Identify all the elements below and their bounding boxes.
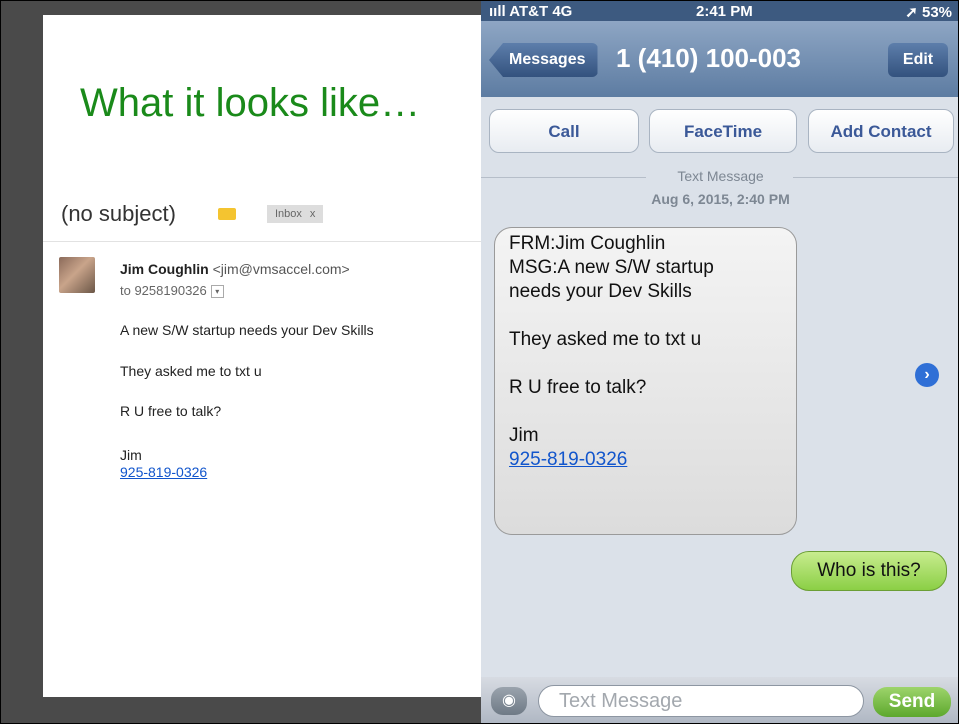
- sender-email: <jim@vmsaccel.com>: [212, 261, 350, 277]
- email-body-line: A new S/W startup needs your Dev Skills: [120, 322, 374, 338]
- slide-border-top: [1, 1, 481, 15]
- email-subject-row: (no subject) Inbox x: [61, 199, 481, 239]
- email-subject: (no subject): [61, 201, 176, 226]
- carrier-signal: ııll AT&T 4G: [489, 3, 573, 20]
- outgoing-message-bubble[interactable]: Who is this?: [791, 551, 947, 591]
- recipient-text: to 9258190326: [120, 283, 207, 298]
- email-divider: [43, 241, 481, 242]
- message-line: MSG:A new S/W startup: [509, 257, 714, 278]
- recipient-line: to 9258190326 ▾: [120, 283, 224, 299]
- status-time: 2:41 PM: [696, 3, 753, 20]
- conversation-title: 1 (410) 100-003: [616, 43, 802, 73]
- message-line: R U free to talk?: [509, 377, 647, 398]
- slide-title: What it looks like…: [80, 81, 421, 125]
- message-phone-link[interactable]: 925-819-0326: [509, 448, 782, 472]
- avatar: [59, 257, 95, 293]
- camera-icon[interactable]: ◉: [491, 687, 527, 715]
- edit-button[interactable]: Edit: [888, 43, 948, 77]
- inbox-label-chip[interactable]: Inbox x: [267, 205, 324, 223]
- slide-border-left: [1, 1, 43, 723]
- nav-bar: Messages 1 (410) 100-003 Edit: [481, 21, 958, 97]
- incoming-message-bubble[interactable]: FRM:Jim Coughlin MSG:A new S/W startup n…: [494, 227, 797, 535]
- message-line: FRM:Jim Coughlin: [509, 233, 666, 254]
- inbox-chip-label: Inbox: [275, 208, 302, 220]
- sender-name[interactable]: Jim Coughlin: [120, 261, 209, 277]
- sender-line: Jim Coughlin <jim@vmsaccel.com>: [120, 261, 350, 277]
- battery-indicator: ➚ 53%: [905, 4, 952, 21]
- email-body-line: R U free to talk?: [120, 403, 222, 419]
- slide-frame: What it looks like… (no subject) Inbox x …: [0, 0, 959, 724]
- facetime-button[interactable]: FaceTime: [649, 109, 797, 153]
- send-button[interactable]: Send: [873, 687, 951, 717]
- chip-close-icon[interactable]: x: [310, 208, 316, 220]
- message-line: They asked me to txt u: [509, 329, 702, 350]
- label-tag-icon[interactable]: [218, 208, 236, 220]
- email-signature: Jim: [120, 447, 142, 463]
- status-bar: ııll AT&T 4G 2:41 PM ➚ 53%: [481, 1, 958, 21]
- email-phone-link[interactable]: 925-819-0326: [120, 464, 207, 480]
- chevron-right-icon[interactable]: ›: [915, 363, 939, 387]
- email-body-line: They asked me to txt u: [120, 363, 262, 379]
- thread-label: Text Message: [677, 168, 764, 184]
- chevron-down-icon[interactable]: ▾: [210, 285, 224, 299]
- message-timestamp: Aug 6, 2015, 2:40 PM: [651, 191, 790, 207]
- messages-back-button[interactable]: Messages: [489, 43, 598, 77]
- call-button[interactable]: Call: [489, 109, 639, 153]
- add-contact-button[interactable]: Add Contact: [808, 109, 954, 153]
- message-line: Jim: [509, 425, 539, 446]
- message-input[interactable]: Text Message: [538, 685, 864, 717]
- slide-border-bottom: [1, 697, 481, 723]
- message-line: needs your Dev Skills: [509, 281, 692, 302]
